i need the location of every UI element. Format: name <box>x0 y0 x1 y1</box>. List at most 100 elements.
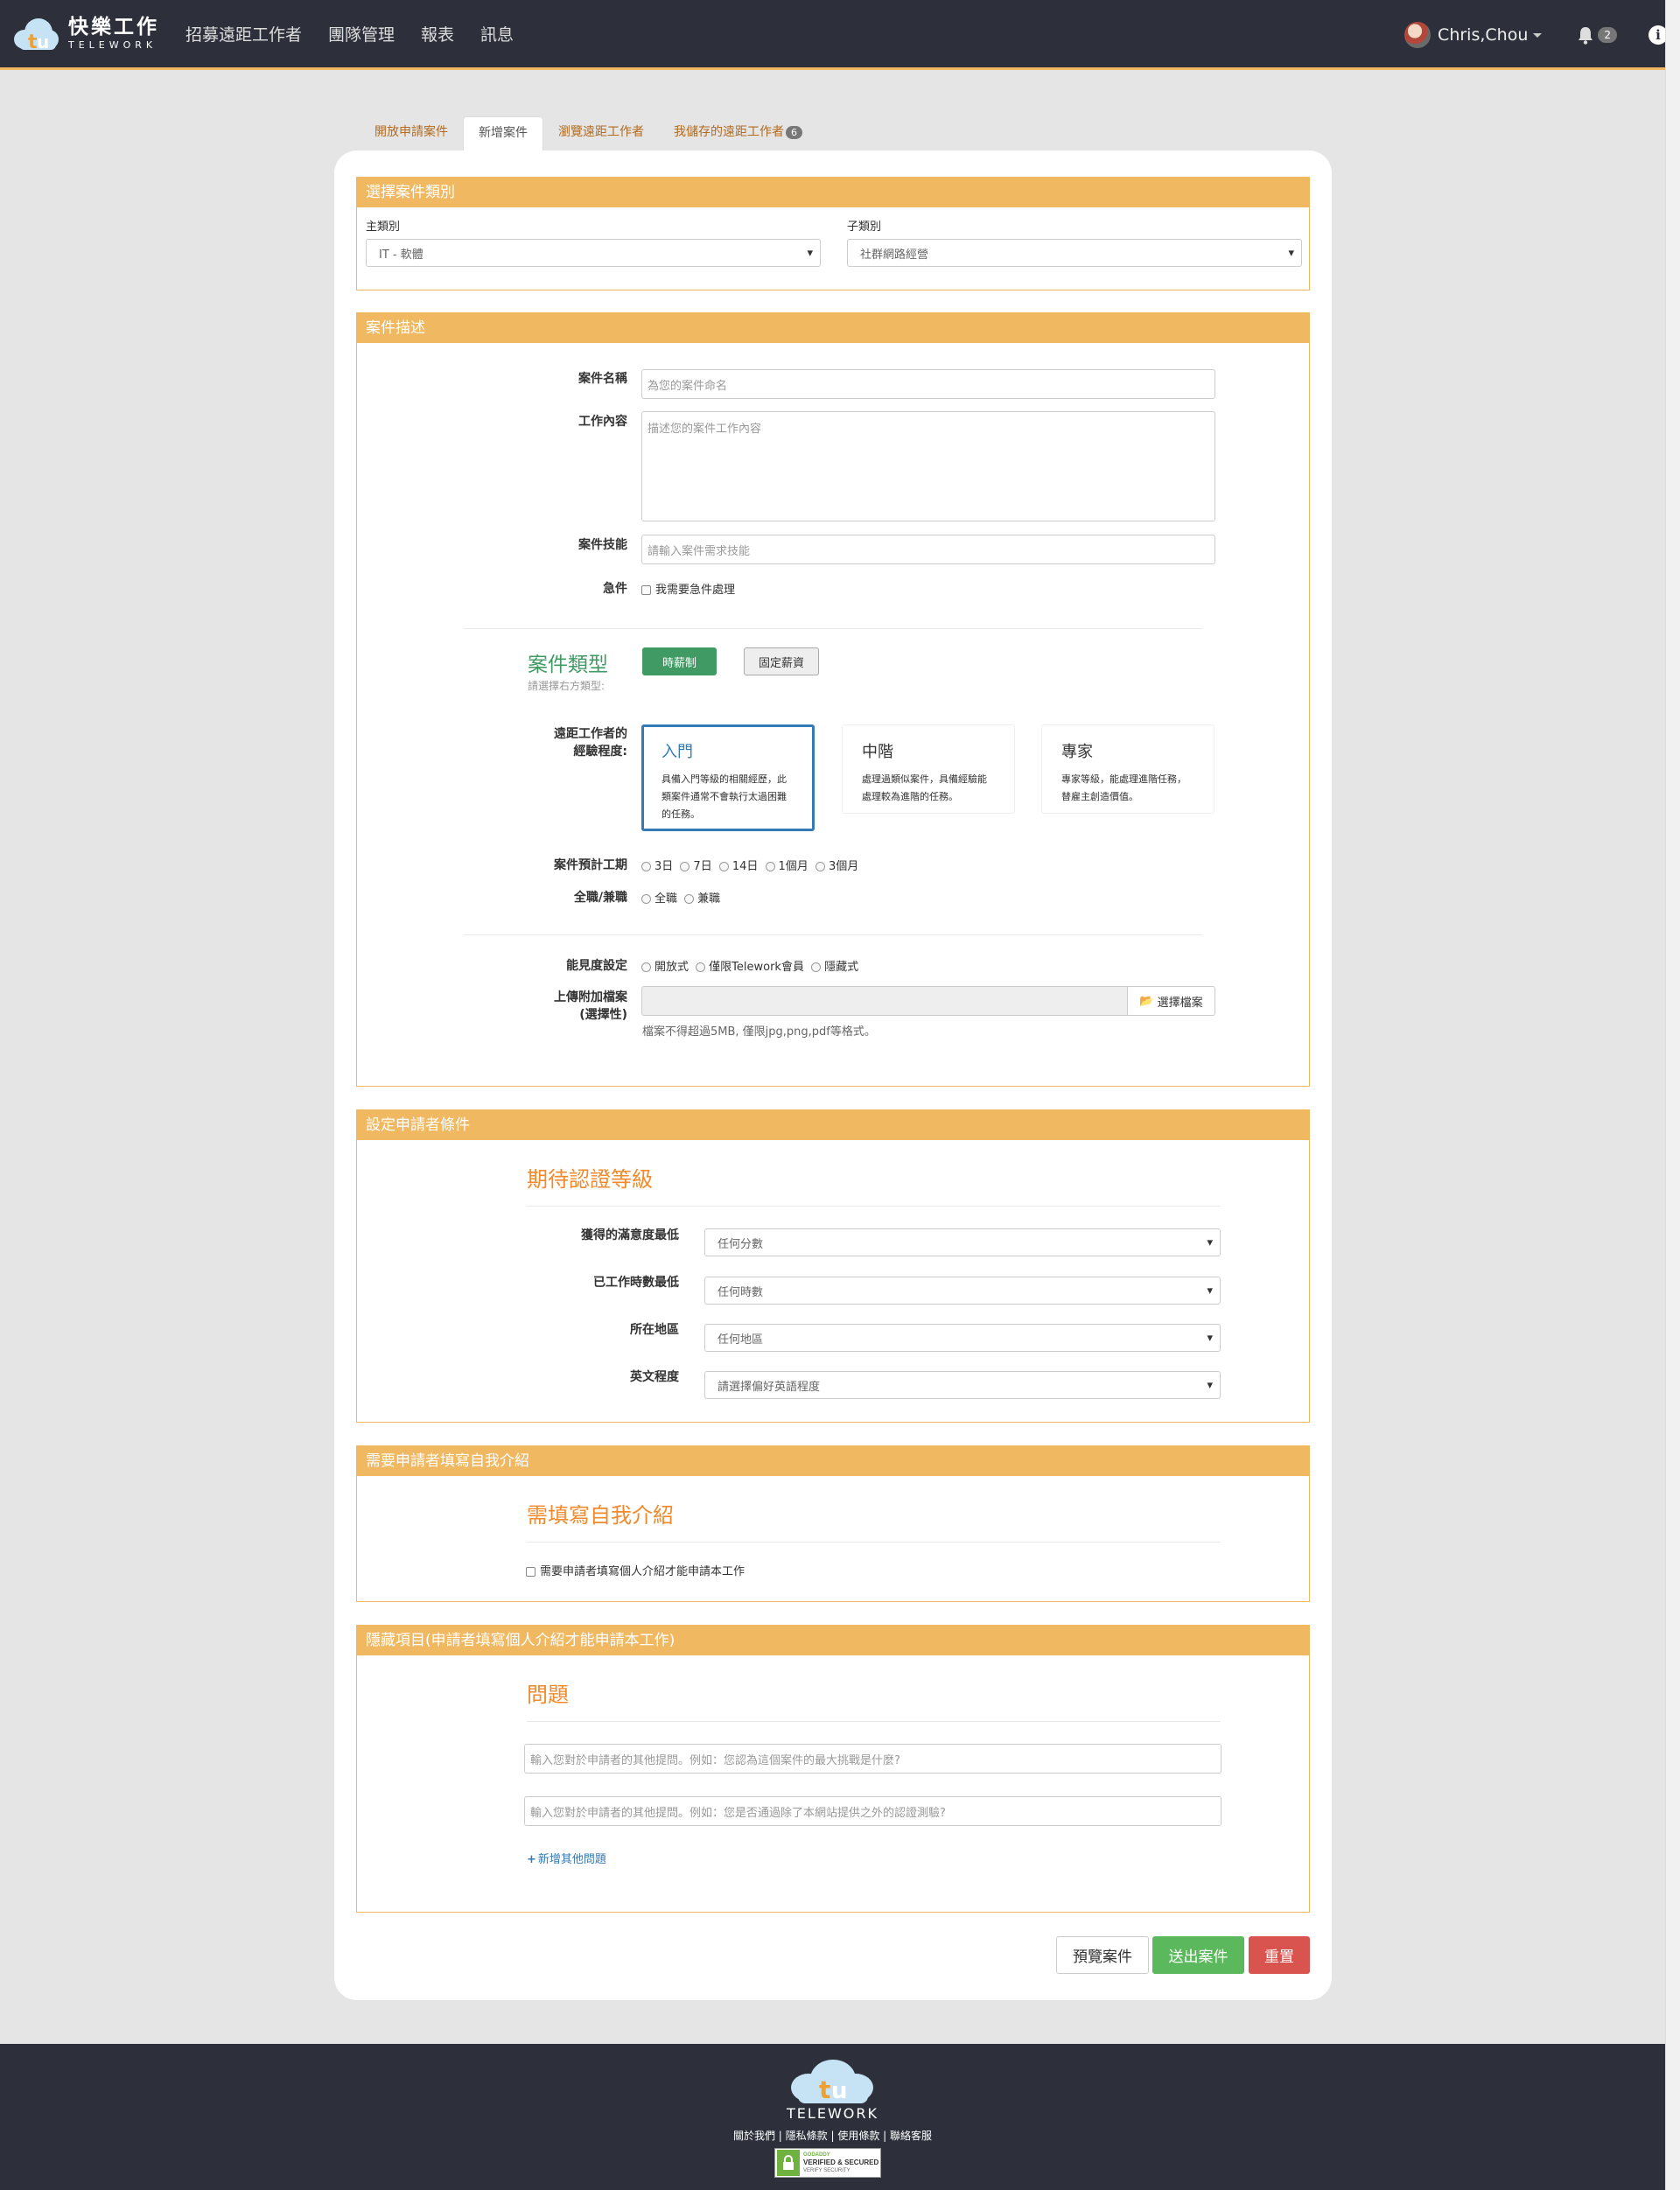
visibility-label: 能見度設定 <box>566 959 627 973</box>
lock-icon <box>777 2150 800 2176</box>
fulltime-label: 全職/兼職 <box>573 891 627 905</box>
question-1-input[interactable]: 輸入您對於申請者的其他提問。例如：您認為這個案件的最大挑戰是什麼? <box>524 1744 1222 1774</box>
tab-saved-workers[interactable]: 我儲存的遠距工作者 6 <box>659 116 817 151</box>
work-hours-select[interactable]: 任何時數 <box>704 1277 1221 1305</box>
level-intermediate-card[interactable]: 中階 處理過類似案件，具備經驗能處理較為進階的任務。 <box>842 724 1015 814</box>
hourly-type-button[interactable]: 時薪制 <box>642 647 717 675</box>
upload-label: 上傳附加檔案 (選擇性) <box>490 989 627 1024</box>
tab-open-cases[interactable]: 開放申請案件 <box>360 116 463 151</box>
case-name-label: 案件名稱 <box>578 372 627 386</box>
parttime-radio[interactable] <box>684 894 695 904</box>
user-menu[interactable]: Chris,Chou <box>1438 25 1543 45</box>
work-content-textarea[interactable]: 描述您的案件工作內容 <box>641 411 1215 521</box>
duration-radio-7d[interactable] <box>680 862 690 871</box>
question-1-placeholder: 輸入您對於申請者的其他提問。例如：您認為這個案件的最大挑戰是什麼? <box>530 1753 900 1767</box>
work-hours-label: 已工作時數最低 <box>593 1276 679 1290</box>
category-panel: 選擇案件類別 主類別 IT - 軟體 子類別 社群網路經營 <box>356 177 1310 290</box>
skills-label: 案件技能 <box>578 538 627 552</box>
footer-link-about[interactable]: 關於我們 <box>733 2130 775 2142</box>
reset-button[interactable]: 重置 <box>1249 1936 1310 1974</box>
skills-placeholder: 請輸入案件需求技能 <box>648 544 751 558</box>
tab-saved-workers-label: 我儲存的遠距工作者 <box>674 125 784 139</box>
user-avatar[interactable] <box>1404 22 1432 48</box>
fulltime-option-label: 全職 <box>654 892 678 906</box>
work-content-placeholder: 描述您的案件工作內容 <box>648 423 762 436</box>
divider <box>464 628 1202 629</box>
visibility-members-label: 僅限Telework會員 <box>709 961 804 974</box>
case-type-title: 案件類型 <box>528 654 608 676</box>
level-entry-title: 入門 <box>662 743 693 761</box>
brand-chinese-name: 快樂工作 <box>68 16 159 38</box>
urgent-checkbox-row[interactable]: 我需要急件處理 <box>641 580 735 597</box>
experience-label: 遠距工作者的 經驗程度: <box>490 725 627 760</box>
duration-radio-3d[interactable] <box>641 862 651 871</box>
page-scrollbar[interactable] <box>1665 0 1680 2190</box>
sub-category-select[interactable]: 社群網路經營 <box>847 239 1302 267</box>
duration-options: 3日 7日 14日 1個月 3個月 <box>641 857 862 873</box>
divider <box>464 934 1202 935</box>
add-question-label: 新增其他問題 <box>537 1853 606 1866</box>
nav-team-management[interactable]: 團隊管理 <box>328 22 395 45</box>
cloud-logo-icon: t u <box>12 15 60 53</box>
nav-recruit[interactable]: 招募遠距工作者 <box>186 22 302 45</box>
level-expert-card[interactable]: 專家 專家等級，能處理進階任務，替雇主創造價值。 <box>1041 724 1214 814</box>
fixed-type-button[interactable]: 固定薪資 <box>744 647 819 675</box>
svg-text:u: u <box>831 2078 848 2104</box>
region-select[interactable]: 任何地區 <box>704 1324 1221 1352</box>
duration-3d-label: 3日 <box>654 860 674 873</box>
security-seal[interactable]: GODADDY VERIFIED & SECURED VERIFY SECURI… <box>774 2148 881 2178</box>
level-entry-card[interactable]: 入門 具備入門等級的相關經歷，此類案件通常不會執行太過困難的任務。 <box>641 724 815 831</box>
tab-browse-workers[interactable]: 瀏覽遠距工作者 <box>543 116 659 151</box>
notification-count-badge: 2 <box>1598 27 1617 43</box>
duration-14d-label: 14日 <box>732 860 759 873</box>
tab-new-case[interactable]: 新增案件 <box>463 116 543 151</box>
level-intermediate-title: 中階 <box>862 743 893 761</box>
add-question-link[interactable]: + 新增其他問題 <box>527 1850 606 1866</box>
skills-input[interactable]: 請輸入案件需求技能 <box>641 535 1215 564</box>
satisfaction-select[interactable]: 任何分數 <box>704 1228 1221 1256</box>
fulltime-radio[interactable] <box>641 894 651 904</box>
category-panel-title: 選擇案件類別 <box>357 178 1309 207</box>
bell-icon[interactable] <box>1577 25 1594 45</box>
choose-file-button[interactable]: 📂 選擇檔案 <box>1127 986 1215 1016</box>
duration-radio-3m[interactable] <box>815 862 825 871</box>
case-name-placeholder: 為您的案件命名 <box>648 379 728 393</box>
region-label: 所在地區 <box>630 1323 679 1337</box>
level-expert-title: 專家 <box>1061 743 1093 761</box>
satisfaction-value: 任何分數 <box>718 1237 764 1251</box>
nav-messages[interactable]: 訊息 <box>480 22 514 45</box>
divider <box>527 1206 1221 1207</box>
preview-case-button[interactable]: 預覽案件 <box>1056 1936 1149 1974</box>
english-level-select[interactable]: 請選擇偏好英語程度 <box>704 1371 1221 1399</box>
duration-radio-14d[interactable] <box>718 862 729 871</box>
upload-hint: 檔案不得超過5MB, 僅限jpg,png,pdf等格式。 <box>642 1025 876 1039</box>
footer-link-terms[interactable]: 使用條款 <box>837 2130 879 2142</box>
visibility-open-radio[interactable] <box>641 962 651 972</box>
intro-required-row[interactable]: 需要申請者填寫個人介紹才能申請本工作 <box>526 1562 745 1578</box>
divider <box>527 1542 1221 1543</box>
duration-3m-label: 3個月 <box>828 860 859 873</box>
question-2-input[interactable]: 輸入您對於申請者的其他提問。例如：您是否通過除了本網站提供之外的認證測驗? <box>524 1796 1222 1826</box>
intro-required-checkbox[interactable] <box>526 1567 536 1577</box>
submit-case-button[interactable]: 送出案件 <box>1152 1936 1244 1974</box>
duration-radio-1m[interactable] <box>765 862 775 871</box>
choose-file-label: 選擇檔案 <box>1157 996 1203 1010</box>
visibility-members-radio[interactable] <box>696 962 706 972</box>
visibility-open-label: 開放式 <box>654 961 690 974</box>
visibility-hidden-radio[interactable] <box>811 962 822 972</box>
seal-main-text: VERIFIED & SECURED <box>803 2159 879 2166</box>
footer-link-contact[interactable]: 聯絡客服 <box>890 2130 932 2142</box>
main-category-value: IT - 軟體 <box>379 248 424 262</box>
english-level-label: 英文程度 <box>630 1370 679 1384</box>
brand-logo-link[interactable]: t u 快樂工作 TELEWORK <box>12 0 159 69</box>
upload-label-line1: 上傳附加檔案 <box>554 990 627 1004</box>
sub-category-label: 子類別 <box>847 220 882 234</box>
nav-reports[interactable]: 報表 <box>421 22 454 45</box>
seal-sub-text: VERIFY SECURITY <box>803 2168 850 2173</box>
urgent-checkbox[interactable] <box>641 585 651 595</box>
case-name-input[interactable]: 為您的案件命名 <box>641 369 1215 399</box>
page-tabs: 開放申請案件 新增案件 瀏覽遠距工作者 我儲存的遠距工作者 6 <box>360 116 817 151</box>
footer-link-privacy[interactable]: 隱私條款 <box>786 2130 828 2142</box>
main-category-select[interactable]: IT - 軟體 <box>366 239 821 267</box>
duration-7d-label: 7日 <box>693 860 712 873</box>
